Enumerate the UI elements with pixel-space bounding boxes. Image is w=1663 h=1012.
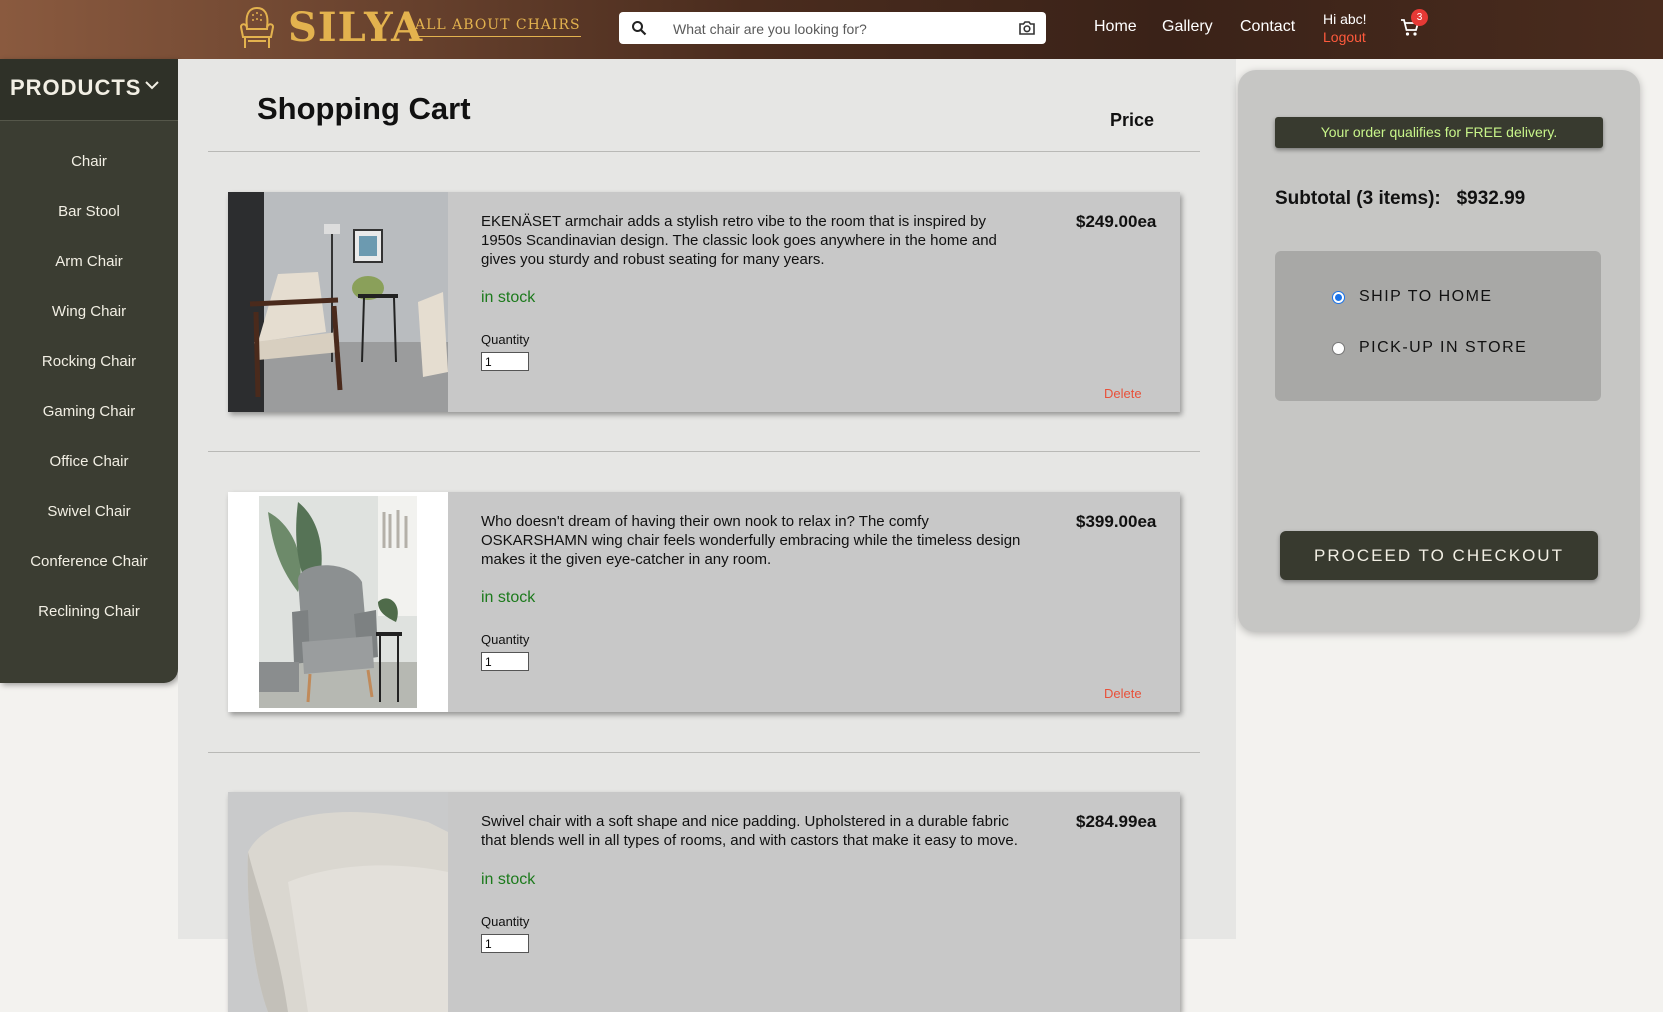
products-sidebar: PRODUCTS Chair Bar Stool Arm Chair Wing …: [0, 59, 178, 683]
sidebar-item-rocking-chair[interactable]: Rocking Chair: [0, 337, 178, 387]
sidebar-item-conference-chair[interactable]: Conference Chair: [0, 537, 178, 587]
camera-icon[interactable]: [1018, 19, 1036, 37]
cart-item: Swivel chair with a soft shape and nice …: [228, 792, 1180, 1012]
logout-link[interactable]: Logout: [1323, 29, 1366, 45]
user-greeting: Hi abc!: [1323, 11, 1367, 27]
category-list: Chair Bar Stool Arm Chair Wing Chair Roc…: [0, 137, 178, 637]
sidebar-item-chair[interactable]: Chair: [0, 137, 178, 187]
divider: [208, 151, 1200, 152]
item-price: $284.99ea: [1076, 812, 1157, 831]
item-price: $399.00ea: [1076, 512, 1157, 531]
item-price: $249.00ea: [1076, 212, 1157, 231]
delivery-options: SHIP TO HOME PICK-UP IN STORE: [1275, 251, 1601, 401]
products-heading: PRODUCTS: [10, 75, 142, 100]
product-image-wing-chair[interactable]: [228, 492, 448, 712]
price-column-header: Price: [1110, 110, 1155, 130]
sidebar-item-arm-chair[interactable]: Arm Chair: [0, 237, 178, 287]
search-bar: [619, 12, 1046, 46]
nav-contact[interactable]: Contact: [1240, 18, 1295, 36]
sidebar-item-wing-chair[interactable]: Wing Chair: [0, 287, 178, 337]
brand-name[interactable]: SILYA: [288, 3, 423, 53]
search-icon[interactable]: [631, 20, 647, 36]
sidebar-item-bar-stool[interactable]: Bar Stool: [0, 187, 178, 237]
sidebar-item-swivel-chair[interactable]: Swivel Chair: [0, 487, 178, 537]
cart-item: Who doesn't dream of having their own no…: [228, 492, 1180, 712]
sidebar-item-office-chair[interactable]: Office Chair: [0, 437, 178, 487]
quantity-label: Quantity: [481, 914, 530, 929]
ship-to-home-label: SHIP TO HOME: [1359, 288, 1493, 305]
stock-status: in stock: [481, 589, 536, 606]
radio-selected[interactable]: [1332, 291, 1345, 304]
top-header: SILYA ALL ABOUT CHAIRS Home Gallery Cont…: [0, 0, 1663, 59]
cart-item: EKENÄSET armchair adds a stylish retro v…: [228, 192, 1180, 412]
stock-status: in stock: [481, 289, 536, 306]
pickup-label: PICK-UP IN STORE: [1359, 339, 1528, 356]
item-description: Swivel chair with a soft shape and nice …: [481, 813, 1018, 849]
radio-unselected[interactable]: [1332, 342, 1345, 355]
sidebar-item-reclining-chair[interactable]: Reclining Chair: [0, 587, 178, 637]
chevron-down-icon: [145, 81, 159, 90]
nav-gallery[interactable]: Gallery: [1162, 18, 1213, 36]
delete-button[interactable]: Delete: [1104, 386, 1142, 401]
item-description: EKENÄSET armchair adds a stylish retro v…: [481, 213, 997, 268]
products-menu-toggle[interactable]: PRODUCTS: [0, 59, 178, 121]
quantity-label: Quantity: [481, 332, 530, 347]
divider: [208, 451, 1200, 452]
item-description: Who doesn't dream of having their own no…: [481, 513, 1021, 568]
product-image-armchair[interactable]: [228, 192, 448, 412]
order-summary: Your order qualifies for FREE delivery. …: [1238, 70, 1640, 632]
quantity-input[interactable]: [481, 652, 529, 671]
delete-button[interactable]: Delete: [1104, 686, 1142, 701]
quantity-input[interactable]: [481, 352, 529, 371]
product-image-swivel-chair[interactable]: [228, 792, 448, 1012]
stock-status: in stock: [481, 871, 536, 888]
sidebar-item-gaming-chair[interactable]: Gaming Chair: [0, 387, 178, 437]
subtotal: Subtotal (3 items): $932.99: [1275, 188, 1526, 209]
nav-home[interactable]: Home: [1094, 18, 1137, 36]
free-delivery-banner: Your order qualifies for FREE delivery.: [1275, 117, 1603, 148]
page-title: Shopping Cart: [257, 91, 471, 126]
brand-tagline: ALL ABOUT CHAIRS: [415, 17, 581, 37]
proceed-to-checkout-button[interactable]: PROCEED TO CHECKOUT: [1280, 531, 1598, 580]
search-input[interactable]: [671, 12, 1005, 46]
chair-logo-icon[interactable]: [238, 5, 276, 51]
cart-count-badge: 3: [1411, 9, 1428, 26]
divider: [208, 752, 1200, 753]
quantity-label: Quantity: [481, 632, 530, 647]
quantity-input[interactable]: [481, 934, 529, 953]
